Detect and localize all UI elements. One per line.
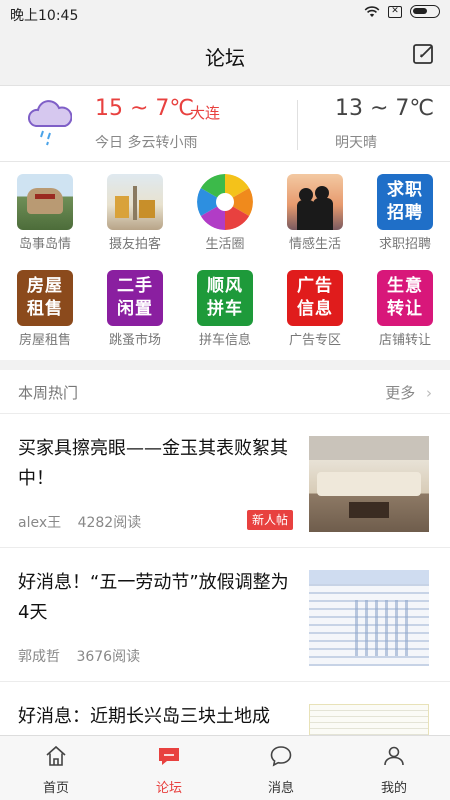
tab-label: 论坛 <box>155 781 182 796</box>
bottom-tab-bar: 首页 论坛 消息 我的 <box>0 735 450 800</box>
category-label: 情感生活 <box>288 237 341 252</box>
post-item[interactable]: 好消息！“五一劳动节”放假调整为4天 郭成哲 3676阅读 <box>0 548 450 682</box>
secondhand-tile: 二手 闲置 <box>107 270 163 326</box>
tab-label: 首页 <box>42 781 69 796</box>
couple-photo <box>287 174 343 230</box>
post-title: 好消息！“五一劳动节”放假调整为4天 <box>18 572 289 623</box>
more-link[interactable]: 更多 › <box>385 382 432 403</box>
carpool-tile: 顺风 拼车 <box>197 270 253 326</box>
post-meta: 郭成哲 3676阅读 <box>18 646 140 666</box>
post-title: 买家具擦亮眼——金玉其表败絮其中！ <box>18 438 288 489</box>
post-views: 3676阅读 <box>76 649 141 665</box>
tile-text: 广告 信息 <box>297 276 333 319</box>
post-views: 4282阅读 <box>77 515 142 531</box>
category-label: 生活圈 <box>205 237 245 252</box>
tab-label: 消息 <box>267 781 294 796</box>
weather-divider <box>297 100 298 150</box>
post-thumbnail <box>309 570 429 666</box>
battery-icon <box>410 5 440 18</box>
housing-tile: 房屋 租售 <box>17 270 73 326</box>
post-author: alex王 <box>18 515 62 531</box>
category-photographers[interactable]: 摄友拍客 <box>90 162 180 258</box>
category-ads[interactable]: 广告 信息 广告专区 <box>270 258 360 354</box>
jobs-tile: 求职 招聘 <box>377 174 433 230</box>
home-icon <box>46 745 66 766</box>
category-life-circle[interactable]: 生活圈 <box>180 162 270 258</box>
category-carpool[interactable]: 顺风 拼车 拼车信息 <box>180 258 270 354</box>
wifi-icon <box>364 5 380 17</box>
category-label: 拼车信息 <box>198 333 251 348</box>
category-label: 摄友拍客 <box>108 237 161 252</box>
post-title: 好消息：近期长兴岛三块土地成 <box>18 706 270 727</box>
tile-text: 生意 转让 <box>387 276 423 319</box>
status-icons: ✕ <box>364 5 440 18</box>
sim-icon: ✕ <box>388 5 402 18</box>
category-label: 广告专区 <box>288 333 341 348</box>
weekly-hot-header: 本周热门 更多 › <box>0 370 450 414</box>
camera-photo <box>107 174 163 230</box>
tile-text: 顺风 拼车 <box>207 276 243 319</box>
today-weather-desc: 今日 多云转小雨 <box>95 135 198 151</box>
category-flea-market[interactable]: 二手 闲置 跳蚤市场 <box>90 258 180 354</box>
category-label: 跳蚤市场 <box>108 333 161 348</box>
category-shop-transfer[interactable]: 生意 转让 店铺转让 <box>360 258 450 354</box>
post-thumbnail <box>309 436 429 532</box>
category-label: 房屋租售 <box>18 333 71 348</box>
island-photo <box>17 174 73 230</box>
forum-icon <box>159 748 179 765</box>
page-title: 论坛 <box>205 46 245 70</box>
category-housing[interactable]: 房屋 租售 房屋租售 <box>0 258 90 354</box>
message-icon <box>270 746 292 767</box>
aperture-icon <box>197 174 253 230</box>
tile-text: 房屋 租售 <box>27 276 63 319</box>
new-user-badge: 新人帖 <box>247 510 294 530</box>
title-bar: 论坛 <box>0 28 450 86</box>
tab-profile[interactable]: 我的 <box>338 736 450 800</box>
category-jobs[interactable]: 求职 招聘 求职招聘 <box>360 162 450 258</box>
today-temperature: 15 ~ 7℃ <box>95 96 195 121</box>
weather-panel[interactable]: 15 ~ 7℃ 大连 今日 多云转小雨 13 ~ 7℃ 明天晴 <box>0 86 450 162</box>
post-author: 郭成哲 <box>18 649 60 665</box>
more-label: 更多 <box>385 384 416 402</box>
category-label: 岛事岛情 <box>18 237 71 252</box>
tomorrow-temperature: 13 ~ 7℃ <box>335 96 435 121</box>
status-time: 晚上10:45 <box>10 8 79 24</box>
category-island-news[interactable]: 岛事岛情 <box>0 162 90 258</box>
tab-messages[interactable]: 消息 <box>225 736 337 800</box>
tab-forum[interactable]: 论坛 <box>113 736 225 800</box>
chevron-right-icon: › <box>426 384 432 402</box>
category-grid: 岛事岛情 摄友拍客 生活圈 情感生活 求职 招聘 求职招聘 房屋 租售 房屋租售… <box>0 162 450 360</box>
status-bar: 晚上10:45 ✕ <box>0 0 450 28</box>
business-transfer-tile: 生意 转让 <box>377 270 433 326</box>
compose-icon[interactable] <box>412 42 436 66</box>
category-emotional-life[interactable]: 情感生活 <box>270 162 360 258</box>
city-name: 大连 <box>190 104 221 122</box>
tile-text: 二手 闲置 <box>117 276 153 319</box>
post-item[interactable]: 买家具擦亮眼——金玉其表败絮其中！ alex王 4282阅读 新人帖 <box>0 414 450 548</box>
tab-label: 我的 <box>380 781 407 796</box>
tile-text: 求职 招聘 <box>387 180 423 223</box>
post-meta: alex王 4282阅读 <box>18 512 141 532</box>
category-label: 店铺转让 <box>378 333 431 348</box>
profile-icon <box>384 746 404 766</box>
ads-tile: 广告 信息 <box>287 270 343 326</box>
category-label: 求职招聘 <box>378 237 431 252</box>
tab-home[interactable]: 首页 <box>0 736 112 800</box>
section-separator <box>0 360 450 370</box>
cloud-rain-icon <box>28 100 72 146</box>
tomorrow-weather-desc: 明天晴 <box>335 135 377 151</box>
section-title: 本周热门 <box>18 384 79 402</box>
